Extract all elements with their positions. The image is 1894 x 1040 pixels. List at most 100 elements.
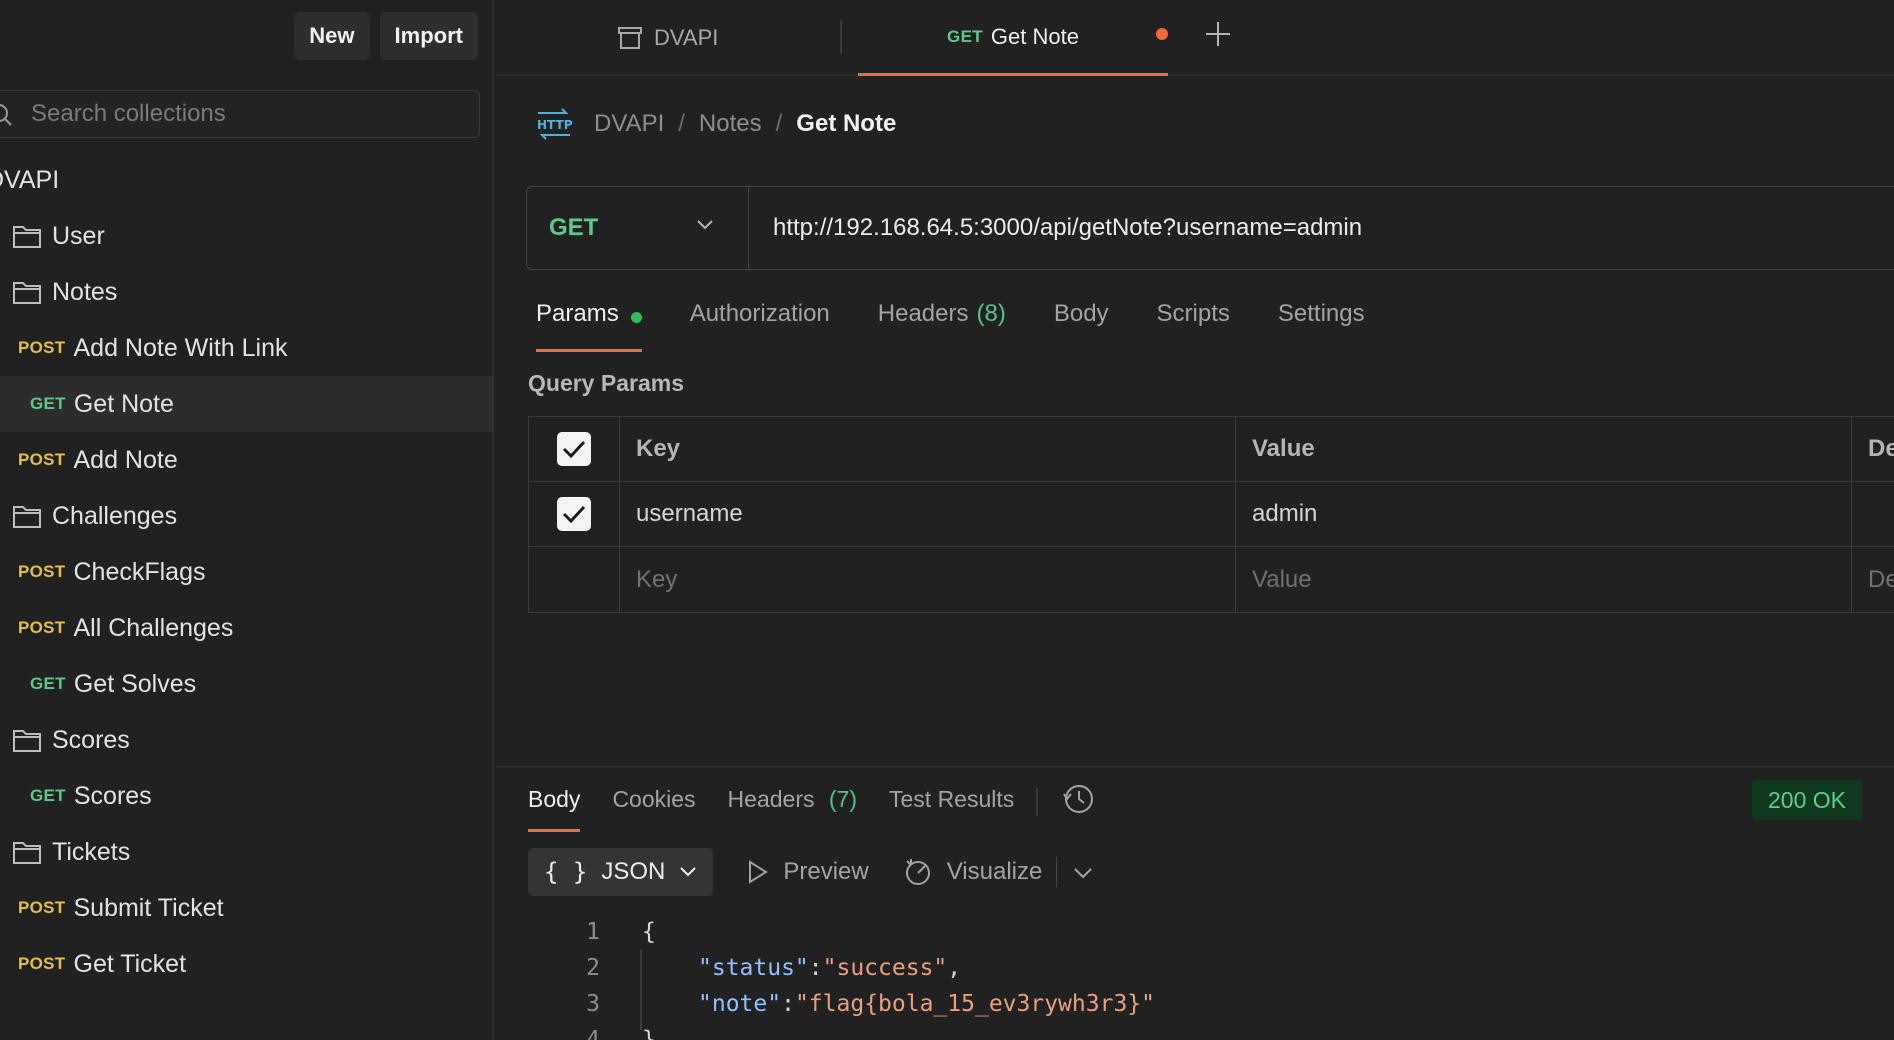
check-icon [562, 505, 586, 524]
json-value: "flag{bola_15_ev3rywh3r3}" [794, 991, 1155, 1017]
param-description-input[interactable] [1852, 482, 1894, 546]
method-badge: POST [18, 954, 66, 973]
empty-checkbox-cell [529, 547, 620, 612]
response-code-view[interactable]: 1 { 2 "status": "success", 3 "note": "fl… [560, 914, 1155, 1040]
sidebar-request-all-challenges[interactable]: POST All Challenges [0, 600, 492, 656]
folder-icon [13, 226, 41, 248]
tab-headers[interactable]: Headers (8) [878, 300, 1006, 352]
sidebar-request-scores[interactable]: GET Scores [0, 768, 492, 824]
json-trail: , [947, 955, 962, 981]
tab-settings[interactable]: Settings [1278, 300, 1365, 352]
preview-label: Preview [783, 858, 869, 885]
sidebar-actions: New Import [294, 12, 478, 60]
query-params-title: Query Params [528, 370, 684, 396]
code-line: 2 "status": "success", [560, 950, 1155, 986]
param-value-input[interactable]: admin [1236, 482, 1852, 546]
tab-params[interactable]: Params [536, 300, 642, 352]
sidebar-folder-challenges[interactable]: Challenges [0, 488, 492, 544]
method-badge: POST [18, 338, 66, 357]
response-divider[interactable] [496, 766, 1894, 768]
response-tab-cookies[interactable]: Cookies [612, 784, 695, 832]
sidebar-request-submit-ticket[interactable]: POST Submit Ticket [0, 880, 492, 936]
sidebar-item-label: Submit Ticket [73, 893, 224, 922]
status-badge: 200 OK [1752, 780, 1862, 820]
sidebar-item-label: Challenges [52, 501, 178, 530]
response-tab-body[interactable]: Body [528, 784, 581, 832]
response-tab-test-results[interactable]: Test Results [889, 784, 1014, 832]
sidebar-request-get-ticket[interactable]: POST Get Ticket [0, 936, 492, 992]
tab-collection-dvapi[interactable]: DVAPI [616, 0, 718, 76]
format-label: JSON [601, 858, 666, 885]
row-checkbox[interactable] [557, 497, 591, 531]
sidebar-request-get-note[interactable]: GET Get Note [0, 376, 492, 432]
search-placeholder: Search collections [31, 100, 226, 127]
braces-icon: { } [544, 858, 588, 886]
chevron-down-icon [680, 867, 697, 877]
preview-button[interactable]: Preview [747, 858, 869, 886]
json-key: "status" [698, 955, 809, 981]
visualize-button[interactable]: Visualize [903, 857, 1042, 887]
sidebar-folder-user[interactable]: User [0, 208, 492, 264]
response-tab-headers[interactable]: Headers (7) [728, 784, 857, 832]
sidebar-folder-tickets[interactable]: Tickets [0, 824, 492, 880]
tab-get-note[interactable]: GET Get Note [858, 0, 1168, 76]
breadcrumb-separator: / [775, 110, 783, 137]
tab-authorization[interactable]: Authorization [690, 300, 830, 352]
collection-root[interactable]: DVAPI [0, 152, 492, 208]
collections-sidebar: New Import Search collections DVAPI User… [0, 0, 494, 1040]
json-value: "success" [822, 955, 948, 981]
breadcrumb-collection[interactable]: DVAPI [594, 110, 664, 138]
tab-headers-label: Headers [877, 300, 969, 327]
line-number: 4 [586, 1027, 600, 1040]
sidebar-folder-scores[interactable]: Scores [0, 712, 492, 768]
collection-tree: DVAPI User Notes POST Add Note With Link GET… [0, 152, 492, 992]
header-key: Key [620, 417, 1236, 481]
visualize-icon [905, 859, 930, 885]
new-param-key-input[interactable]: Key [620, 547, 1236, 612]
sidebar-folder-notes[interactable]: Notes [0, 264, 492, 320]
query-params-table: Key Value De username admin Key Value De [528, 416, 1894, 613]
breadcrumb-folder[interactable]: Notes [699, 110, 762, 138]
tab-headers-count: (8) [976, 300, 1006, 327]
code-text: { [642, 919, 656, 945]
sidebar-request-add-note-with-link[interactable]: POST Add Note With Link [0, 320, 492, 376]
sidebar-item-label: Add Note [73, 445, 178, 474]
method-select[interactable]: GET [527, 187, 749, 269]
response-tabs: Body Cookies Headers (7) Test Results [528, 784, 1096, 832]
table-row: username admin [529, 482, 1894, 547]
request-tab-bar: DVAPI GET Get Note [496, 0, 1894, 76]
line-number: 1 [586, 919, 600, 945]
sidebar-item-label: CheckFlags [73, 557, 206, 586]
format-select[interactable]: { } JSON [528, 848, 714, 896]
request-tabs: Params Authorization Headers (8) Body Sc… [536, 300, 1413, 352]
new-param-value-input[interactable]: Value [1236, 547, 1852, 612]
response-headers-count: (7) [828, 786, 857, 812]
param-key-input[interactable]: username [620, 482, 1236, 546]
code-text: } [642, 1027, 656, 1040]
line-number: 2 [586, 955, 600, 981]
more-options-chevron-icon[interactable] [1073, 858, 1093, 886]
new-param-description-input[interactable]: De [1852, 547, 1894, 612]
check-icon [562, 440, 586, 459]
import-button[interactable]: Import [379, 12, 478, 60]
search-icon [0, 104, 12, 126]
play-icon [749, 860, 769, 884]
sidebar-request-get-solves[interactable]: GET Get Solves [0, 656, 492, 712]
tab-body[interactable]: Body [1054, 300, 1109, 352]
select-all-checkbox[interactable] [557, 432, 591, 466]
unsaved-indicator [1156, 28, 1168, 40]
code-line: 4 } [560, 1022, 1155, 1040]
new-tab-plus-icon[interactable] [1204, 18, 1232, 54]
sidebar-request-add-note[interactable]: POST Add Note [0, 432, 492, 488]
tab-scripts[interactable]: Scripts [1157, 300, 1230, 352]
new-button[interactable]: New [294, 12, 370, 60]
http-icon: HTTP [537, 108, 572, 140]
breadcrumb-current[interactable]: Get Note [796, 110, 896, 138]
sidebar-request-checkflags[interactable]: POST CheckFlags [0, 544, 492, 600]
url-input[interactable]: http://192.168.64.5:3000/api/getNote?use… [773, 214, 1362, 242]
sidebar-item-label: Notes [52, 277, 118, 306]
history-icon[interactable] [1062, 782, 1096, 822]
search-collections-input[interactable]: Search collections [0, 90, 480, 138]
method-badge: GET [30, 394, 66, 413]
sidebar-item-label: Get Ticket [73, 949, 187, 978]
